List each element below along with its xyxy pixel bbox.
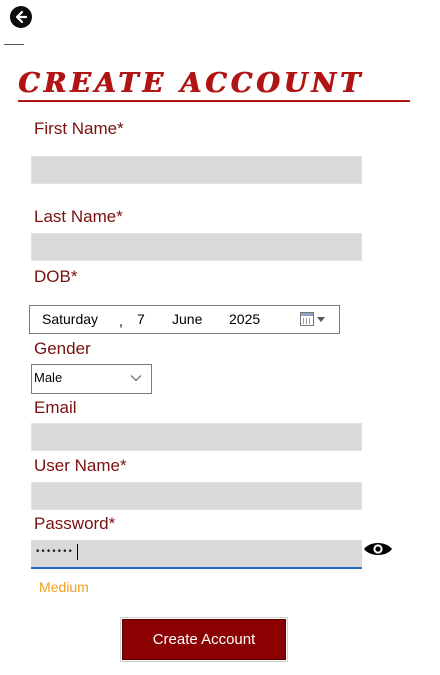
dob-separator: ,	[119, 313, 123, 329]
dob-day[interactable]: 7	[137, 311, 145, 327]
gender-selected-value: Male	[34, 370, 63, 385]
dob-label: DOB*	[34, 267, 78, 286]
arrow-left-icon	[15, 10, 28, 24]
last-name-field[interactable]	[31, 233, 362, 261]
create-account-button[interactable]: Create Account	[120, 617, 288, 662]
calendar-icon	[300, 312, 314, 326]
back-button-underline	[4, 44, 24, 45]
user-name-field[interactable]	[31, 482, 362, 510]
gender-select[interactable]: Male	[31, 364, 152, 394]
password-field[interactable]: •••••••	[31, 540, 362, 569]
chevron-down-icon	[130, 375, 142, 382]
password-masked-value: •••••••	[35, 547, 73, 557]
first-name-field[interactable]	[31, 156, 362, 184]
email-label: Email	[34, 398, 77, 417]
user-name-input[interactable]	[32, 483, 361, 509]
email-field[interactable]	[31, 423, 362, 451]
eye-icon[interactable]	[362, 538, 394, 560]
text-caret	[77, 544, 78, 560]
first-name-label: First Name*	[34, 119, 124, 138]
back-button[interactable]	[10, 6, 32, 28]
email-input[interactable]	[32, 424, 361, 450]
first-name-input[interactable]	[32, 157, 361, 183]
user-name-label: User Name*	[34, 456, 127, 475]
calendar-dropdown-button[interactable]	[300, 310, 334, 329]
gender-label: Gender	[34, 339, 91, 358]
password-strength-indicator: Medium	[39, 579, 89, 595]
page-title: CREATE ACCOUNT	[18, 68, 364, 99]
dob-date-picker[interactable]: Saturday , 7 June 2025	[29, 305, 340, 334]
password-label: Password*	[34, 514, 116, 533]
dropdown-arrow-icon	[317, 317, 325, 322]
dob-year[interactable]: 2025	[229, 311, 260, 327]
title-underline	[18, 100, 410, 102]
last-name-input[interactable]	[32, 234, 361, 260]
last-name-label: Last Name*	[34, 207, 123, 226]
dob-weekday[interactable]: Saturday	[42, 311, 98, 327]
dob-month[interactable]: June	[172, 311, 202, 327]
